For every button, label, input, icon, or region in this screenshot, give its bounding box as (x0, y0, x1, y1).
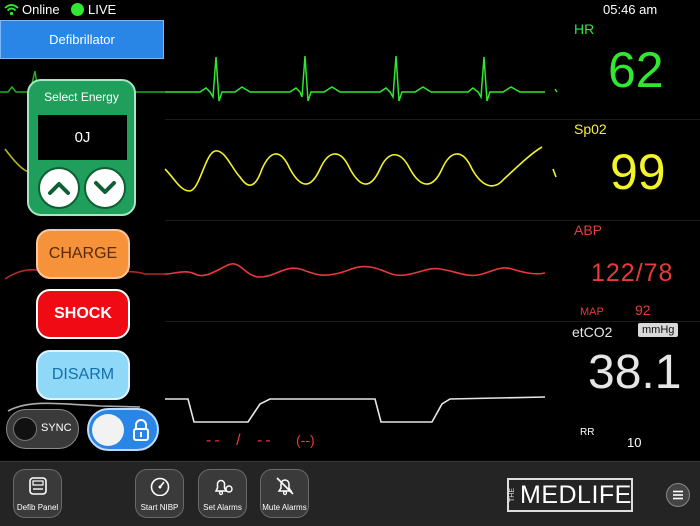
set-alarms-label: Set Alarms (203, 503, 242, 512)
energy-display: 0J (38, 115, 127, 160)
menu-icon (673, 490, 683, 500)
connection-status: Online (22, 2, 60, 17)
menu-button[interactable] (666, 483, 690, 507)
energy-selector: Select Energy 0J (27, 79, 136, 216)
energy-up-button[interactable] (38, 167, 80, 209)
defib-icon (28, 477, 47, 495)
map-label: MAP (580, 306, 604, 318)
gauge-icon (150, 477, 169, 496)
start-nibp-button[interactable]: Start NIBP (135, 469, 184, 518)
medlife-logo: THE MEDLIFE (507, 478, 633, 512)
spo2-value: 99 (610, 144, 666, 200)
chevron-down-icon (94, 181, 116, 194)
sync-indicator (13, 417, 37, 441)
defib-panel-label: Defib Panel (16, 503, 59, 512)
live-dot-icon (71, 3, 84, 16)
status-bar: Online LIVE 05:46 am (0, 0, 700, 19)
hr-label: HR (574, 21, 595, 37)
live-status: LIVE (88, 2, 117, 17)
map-value: 92 (635, 302, 651, 318)
clock: 05:46 am (603, 2, 658, 17)
chevron-up-icon (48, 182, 70, 195)
abp-value: 122/78 (591, 259, 674, 287)
shock-button[interactable]: SHOCK (36, 289, 130, 339)
mute-alarms-button[interactable]: Mute Alarms (260, 469, 309, 518)
logo-main: MEDLIFE (520, 481, 632, 509)
logo-the: THE (509, 488, 516, 502)
energy-label: Select Energy (44, 90, 119, 104)
lock-toggle[interactable] (87, 408, 159, 451)
toggle-knob (92, 414, 124, 446)
start-nibp-label: Start NIBP (140, 503, 179, 512)
bell-gear-icon (214, 479, 233, 496)
hr-value: 62 (608, 42, 664, 98)
nibp-value: -- / -- (206, 432, 274, 449)
etco2-unit-badge[interactable]: mmHg (638, 323, 679, 337)
defib-panel-button[interactable]: Defib Panel (13, 469, 62, 518)
sync-label: SYNC (41, 422, 72, 434)
nibp-map: (--) (296, 432, 315, 448)
spo2-label: Sp02 (574, 121, 607, 137)
abp-label: ABP (574, 222, 603, 238)
etco2-label: etCO2 (572, 324, 613, 340)
sync-toggle[interactable]: SYNC (6, 409, 79, 449)
charge-button[interactable]: CHARGE (36, 229, 130, 279)
disarm-button[interactable]: DISARM (36, 350, 130, 400)
rr-label: RR (580, 427, 595, 438)
energy-down-button[interactable] (84, 167, 126, 209)
lock-icon (133, 419, 149, 441)
defib-panel: Defibrillator Select Energy 0J CHARGE SH… (0, 19, 165, 460)
rr-value: 10 (627, 435, 642, 450)
defib-title[interactable]: Defibrillator (0, 20, 164, 59)
bottom-toolbar: Defib Panel Start NIBP Set Alarms Mute A… (0, 461, 700, 526)
set-alarms-button[interactable]: Set Alarms (198, 469, 247, 518)
mute-alarms-label: Mute Alarms (262, 503, 307, 512)
etco2-value: 38.1 (588, 346, 682, 399)
bell-mute-icon (275, 477, 294, 496)
